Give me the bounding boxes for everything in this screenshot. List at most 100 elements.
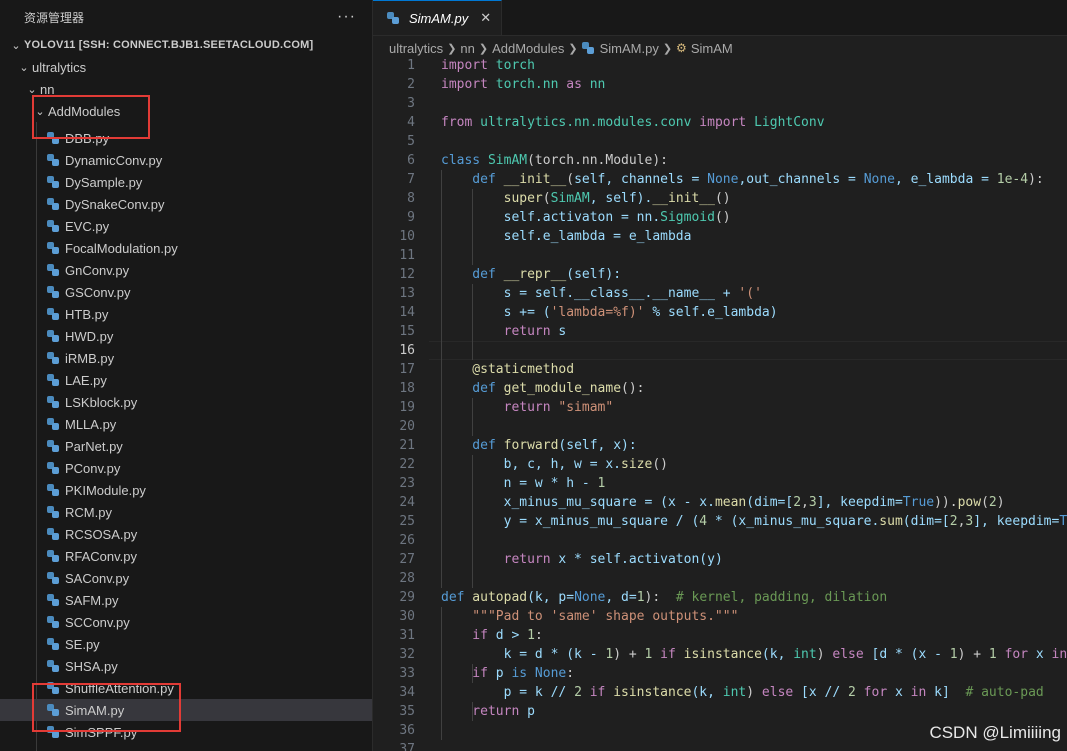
code-line[interactable]: self.activaton = nn.Sigmoid()	[441, 208, 731, 227]
file-item[interactable]: HWD.py	[0, 325, 372, 347]
code-line[interactable]: class SimAM(torch.nn.Module):	[441, 151, 668, 170]
file-label: DynamicConv.py	[65, 152, 163, 168]
file-item[interactable]: RCSOSA.py	[0, 523, 372, 545]
code-token: (	[566, 172, 575, 187]
code-token: (self, x):	[558, 438, 637, 453]
file-item[interactable]: SAFM.py	[0, 589, 372, 611]
breadcrumb-item[interactable]: ultralytics	[389, 41, 443, 56]
python-file-icon	[47, 506, 59, 518]
file-item[interactable]: MLLA.py	[0, 413, 372, 435]
chevron-down-icon: ⌄	[19, 61, 29, 74]
code-line[interactable]: return p	[441, 702, 535, 721]
code-token: 2	[793, 495, 802, 510]
code-token: import	[441, 77, 488, 92]
code-token: get_module_name	[495, 381, 622, 396]
code-line[interactable]: super(SimAM, self).__init__()	[441, 189, 731, 208]
breadcrumb-item[interactable]: SimAM.py	[600, 41, 659, 56]
code-line[interactable]: x_minus_mu_square = (x - x.mean(dim=[2,3…	[441, 493, 1005, 512]
code-line[interactable]: from ultralytics.nn.modules.conv import …	[441, 113, 825, 132]
code-token: if	[441, 666, 488, 681]
code-line[interactable]: def autopad(k, p=None, d=1): # kernel, p…	[441, 588, 887, 607]
code-line[interactable]: def __repr__(self):	[441, 265, 621, 284]
code-line[interactable]: b, c, h, w = x.size()	[441, 455, 668, 474]
tab-label: SimAM.py	[409, 10, 469, 26]
line-number: 18	[399, 381, 415, 396]
folder-ultralytics[interactable]: ⌄ ultralytics	[0, 56, 372, 78]
file-item[interactable]: LSKblock.py	[0, 391, 372, 413]
line-number: 32	[399, 647, 415, 662]
code-line[interactable]: @staticmethod	[441, 360, 574, 379]
file-item[interactable]: PConv.py	[0, 457, 372, 479]
file-item[interactable]: DySample.py	[0, 171, 372, 193]
code-token: self	[574, 172, 606, 187]
breadcrumb-item[interactable]: SimAM	[691, 41, 733, 56]
code-line[interactable]: return "simam"	[441, 398, 614, 417]
file-item[interactable]: DynamicConv.py	[0, 149, 372, 171]
code-line[interactable]: return s	[441, 322, 567, 341]
indent-guide	[472, 284, 473, 360]
workspace-root[interactable]: ⌄ YOLOV11 [SSH: CONNECT.BJB1.SEETACLOUD.…	[0, 34, 372, 56]
code-line[interactable]: def get_module_name():	[441, 379, 645, 398]
code-token: * (x_minus_mu_square.	[707, 514, 880, 529]
code-line[interactable]: if p is None:	[441, 664, 574, 683]
code-token: def	[441, 590, 465, 605]
code-line[interactable]: n = w * h - 1	[441, 474, 606, 493]
file-item[interactable]: iRMB.py	[0, 347, 372, 369]
code-line[interactable]: s = self.__class__.__name__ + '('	[441, 284, 762, 303]
tab-simam[interactable]: SimAM.py ✕	[373, 0, 503, 35]
file-item[interactable]: HTB.py	[0, 303, 372, 325]
code-token: ():	[621, 381, 645, 396]
line-number: 31	[399, 628, 415, 643]
code-token: (k, p=	[527, 590, 575, 605]
code-token: n = w * h -	[441, 476, 598, 491]
more-actions-icon[interactable]: ···	[337, 8, 356, 26]
code-line[interactable]: s += ('lambda=%f)' % self.e_lambda)	[441, 303, 778, 322]
file-item[interactable]: FocalModulation.py	[0, 237, 372, 259]
code-line[interactable]: """Pad to 'same' shape outputs."""	[441, 607, 738, 626]
file-item[interactable]: PKIModule.py	[0, 479, 372, 501]
file-item[interactable]: EVC.py	[0, 215, 372, 237]
line-number: 9	[407, 210, 415, 225]
code-token: ()	[714, 191, 731, 206]
indent-guide	[441, 170, 442, 588]
code-line[interactable]: if d > 1:	[441, 626, 543, 645]
code-token: b, c, h, w = x.	[441, 457, 622, 472]
code-line[interactable]: p = k // 2 if isinstance(k, int) else [x…	[441, 683, 1044, 702]
file-item[interactable]: RFAConv.py	[0, 545, 372, 567]
line-number: 35	[399, 704, 415, 719]
close-icon[interactable]: ✕	[480, 10, 491, 26]
file-item[interactable]: SCConv.py	[0, 611, 372, 633]
file-item[interactable]: RCM.py	[0, 501, 372, 523]
code-line[interactable]: def forward(self, x):	[441, 436, 637, 455]
code-token: def	[441, 438, 496, 453]
code-line[interactable]: self.e_lambda = e_lambda	[441, 227, 692, 246]
code-token: __repr__	[495, 267, 567, 282]
file-item[interactable]: DySnakeConv.py	[0, 193, 372, 215]
line-number: 27	[399, 552, 415, 567]
file-item[interactable]: GnConv.py	[0, 259, 372, 281]
file-item[interactable]: SE.py	[0, 633, 372, 655]
code-line[interactable]: k = d * (k - 1) + 1 if isinstance(k, int…	[441, 645, 1067, 664]
code-token: import	[441, 58, 488, 73]
code-line[interactable]: import torch	[441, 56, 535, 75]
file-item[interactable]: ParNet.py	[0, 435, 372, 457]
editor-area: SimAM.py ✕ ultralytics ❯ nn ❯ AddModules…	[373, 0, 1067, 751]
file-item[interactable]: LAE.py	[0, 369, 372, 391]
code-line[interactable]: import torch.nn as nn	[441, 75, 605, 94]
code-token: nn	[581, 77, 606, 92]
file-label: HTB.py	[65, 306, 109, 322]
file-label: RCM.py	[65, 504, 112, 520]
code-token: sum	[879, 514, 903, 529]
workspace-root-label: YOLOV11 [SSH: CONNECT.BJB1.SEETACLOUD.CO…	[24, 39, 314, 51]
breadcrumb-item[interactable]: nn	[460, 41, 474, 56]
code-line[interactable]: y = x_minus_mu_square / (4 * (x_minus_mu…	[441, 512, 1067, 531]
file-item[interactable]: SHSA.py	[0, 655, 372, 677]
code-token: def	[441, 381, 496, 396]
code-line[interactable]: def __init__(self, channels = None,out_c…	[441, 170, 1043, 189]
file-item[interactable]: GSConv.py	[0, 281, 372, 303]
code-line[interactable]: return x * self.activaton(y)	[441, 550, 723, 569]
code-token: in	[910, 685, 927, 700]
code-token: :	[534, 628, 543, 643]
breadcrumb-item[interactable]: AddModules	[492, 41, 564, 56]
file-item[interactable]: SAConv.py	[0, 567, 372, 589]
